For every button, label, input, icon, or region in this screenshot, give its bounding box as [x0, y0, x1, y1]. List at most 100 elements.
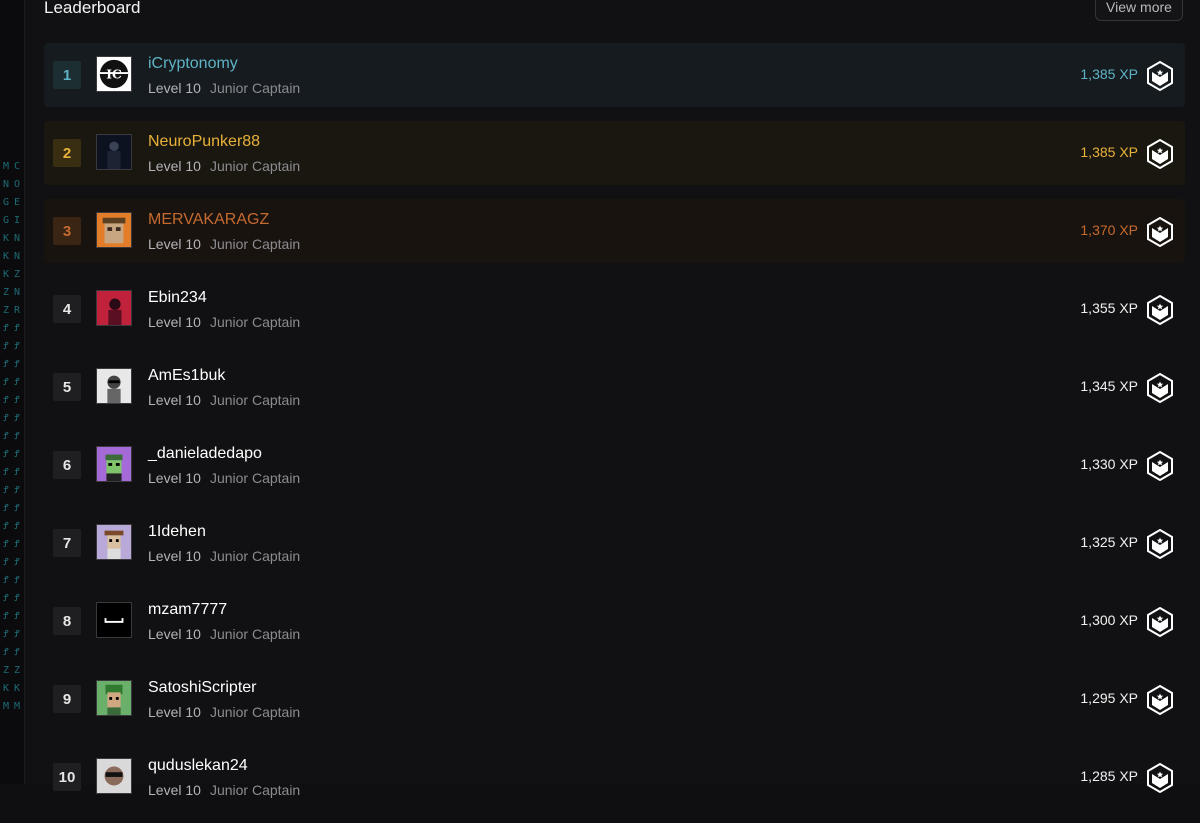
- strip-glyph: Ꝭ: [3, 503, 9, 514]
- avatar-pixel-green[interactable]: [96, 680, 132, 716]
- avatar-sunglasses[interactable]: [96, 758, 132, 794]
- level-label: Level 10: [148, 626, 201, 642]
- strip-glyph: Ꝭ: [14, 359, 20, 370]
- leaderboard-row[interactable]: 1 IC iCryptonomy Level 10 Junior Captain …: [44, 43, 1185, 107]
- leaderboard-row[interactable]: 6 _danieladedapo Level 10 Junior Captain …: [44, 433, 1185, 497]
- strip-glyph: Ꝭ: [14, 611, 20, 622]
- user-meta: Level 10 Junior Captain: [148, 548, 300, 564]
- username[interactable]: iCryptonomy: [148, 55, 238, 73]
- xp-value: 1,300 XP: [1080, 612, 1138, 628]
- strip-glyph: Ꝭ: [3, 593, 9, 604]
- rank-title-label: Junior Captain: [209, 548, 301, 564]
- shield-icon: [1147, 295, 1173, 325]
- rank-title-label: Junior Captain: [209, 704, 301, 720]
- rank-title-label: Junior Captain: [209, 782, 301, 798]
- strip-glyph: Ꝭ: [14, 413, 20, 424]
- avatar-bw-portrait[interactable]: [96, 368, 132, 404]
- strip-glyph: Ꝭ: [3, 395, 9, 406]
- leaderboard-row[interactable]: 2 NeuroPunker88 Level 10 Junior Captain 1…: [44, 121, 1185, 185]
- username[interactable]: Ebin234: [148, 289, 207, 307]
- strip-glyph: Ꝭ: [14, 395, 20, 406]
- username[interactable]: MERVAKARAGZ: [148, 211, 269, 229]
- leaderboard-row[interactable]: 9 SatoshiScripter Level 10 Junior Captain…: [44, 667, 1185, 731]
- level-label: Level 10: [148, 548, 201, 564]
- avatar-dark-figure[interactable]: [96, 134, 132, 170]
- strip-glyph: R: [13, 305, 21, 316]
- leaderboard-row[interactable]: 7 1Idehen Level 10 Junior Captain 1,325 X…: [44, 511, 1185, 575]
- user-meta: Level 10 Junior Captain: [148, 236, 300, 252]
- user-meta: Level 10 Junior Captain: [148, 704, 300, 720]
- leaderboard-row[interactable]: 10 quduslekan24 Level 10 Junior Captain 1…: [44, 745, 1185, 809]
- xp-value: 1,330 XP: [1080, 456, 1138, 472]
- strip-glyph: Ꝭ: [14, 467, 20, 478]
- leaderboard-row[interactable]: 4 Ebin234 Level 10 Junior Captain 1,355 X…: [44, 277, 1185, 341]
- rank-title-label: Junior Captain: [209, 392, 301, 408]
- username[interactable]: SatoshiScripter: [148, 679, 257, 697]
- shield-icon: [1147, 607, 1173, 637]
- strip-glyph: M: [2, 161, 10, 172]
- rank-badge: 4: [53, 295, 81, 323]
- rank-badge: 6: [53, 451, 81, 479]
- user-meta: Level 10 Junior Captain: [148, 392, 300, 408]
- avatar-ic-logo[interactable]: IC: [96, 56, 132, 92]
- shield-icon: [1147, 61, 1173, 91]
- rank-title-label: Junior Captain: [209, 236, 301, 252]
- level-label: Level 10: [148, 314, 201, 330]
- strip-glyph: Z: [2, 305, 10, 316]
- strip-glyph: Ꝭ: [3, 557, 9, 568]
- username[interactable]: AmEs1buk: [148, 367, 225, 385]
- rank-badge: 1: [53, 61, 81, 89]
- strip-glyph: K: [13, 683, 21, 694]
- strip-glyph: Ꝭ: [14, 557, 20, 568]
- avatar-pixel-cowboy[interactable]: [96, 524, 132, 560]
- avatar-sloth[interactable]: [96, 212, 132, 248]
- rank-badge: 7: [53, 529, 81, 557]
- xp-value: 1,385 XP: [1080, 66, 1138, 82]
- strip-glyph: Ꝭ: [14, 377, 20, 388]
- leaderboard-title: Leaderboard: [44, 0, 141, 17]
- username[interactable]: NeuroPunker88: [148, 133, 260, 151]
- xp-value: 1,355 XP: [1080, 300, 1138, 316]
- shield-icon: [1147, 685, 1173, 715]
- leaderboard-row[interactable]: 3 MERVAKARAGZ Level 10 Junior Captain 1,3…: [44, 199, 1185, 263]
- xp-value: 1,385 XP: [1080, 144, 1138, 160]
- user-meta: Level 10 Junior Captain: [148, 80, 300, 96]
- level-label: Level 10: [148, 158, 201, 174]
- strip-glyph: K: [2, 269, 10, 280]
- strip-glyph: Ꝭ: [3, 467, 9, 478]
- username[interactable]: quduslekan24: [148, 757, 248, 775]
- rank-title-label: Junior Captain: [209, 314, 301, 330]
- strip-glyph: G: [2, 197, 10, 208]
- username[interactable]: 1Idehen: [148, 523, 206, 541]
- strip-glyph: Z: [2, 665, 10, 676]
- strip-glyph: K: [2, 251, 10, 262]
- strip-glyph: Ꝭ: [14, 341, 20, 352]
- view-more-button[interactable]: View more: [1095, 0, 1183, 21]
- strip-glyph: Ꝭ: [3, 359, 9, 370]
- shield-icon: [1147, 529, 1173, 559]
- strip-glyph: M: [2, 701, 10, 712]
- avatar-red-portrait[interactable]: [96, 290, 132, 326]
- avatar-black-face[interactable]: [96, 602, 132, 638]
- user-meta: Level 10 Junior Captain: [148, 314, 300, 330]
- xp-value: 1,370 XP: [1080, 222, 1138, 238]
- rank-badge: 10: [53, 763, 81, 791]
- strip-glyph: Ꝭ: [3, 539, 9, 550]
- strip-glyph: Ꝭ: [14, 323, 20, 334]
- strip-glyph: C: [13, 161, 21, 172]
- leaderboard-row[interactable]: 8 mzam7777 Level 10 Junior Captain 1,300 …: [44, 589, 1185, 653]
- strip-glyph: N: [2, 179, 10, 190]
- shield-icon: [1147, 763, 1173, 793]
- level-label: Level 10: [148, 392, 201, 408]
- level-label: Level 10: [148, 782, 201, 798]
- strip-glyph-column-1: MNGGKKKZZꝬꝬꝬꝬꝬꝬꝬꝬꝬꝬꝬꝬꝬꝬꝬꝬꝬꝬꝬZKM: [1, 158, 11, 716]
- avatar-pixel-purple[interactable]: [96, 446, 132, 482]
- leaderboard-row[interactable]: 5 AmEs1buk Level 10 Junior Captain 1,345 …: [44, 355, 1185, 419]
- username[interactable]: _danieladedapo: [148, 445, 262, 463]
- rank-title-label: Junior Captain: [209, 626, 301, 642]
- level-label: Level 10: [148, 236, 201, 252]
- username[interactable]: mzam7777: [148, 601, 227, 619]
- rank-badge: 8: [53, 607, 81, 635]
- strip-glyph: N: [13, 251, 21, 262]
- strip-glyph: Ꝭ: [14, 539, 20, 550]
